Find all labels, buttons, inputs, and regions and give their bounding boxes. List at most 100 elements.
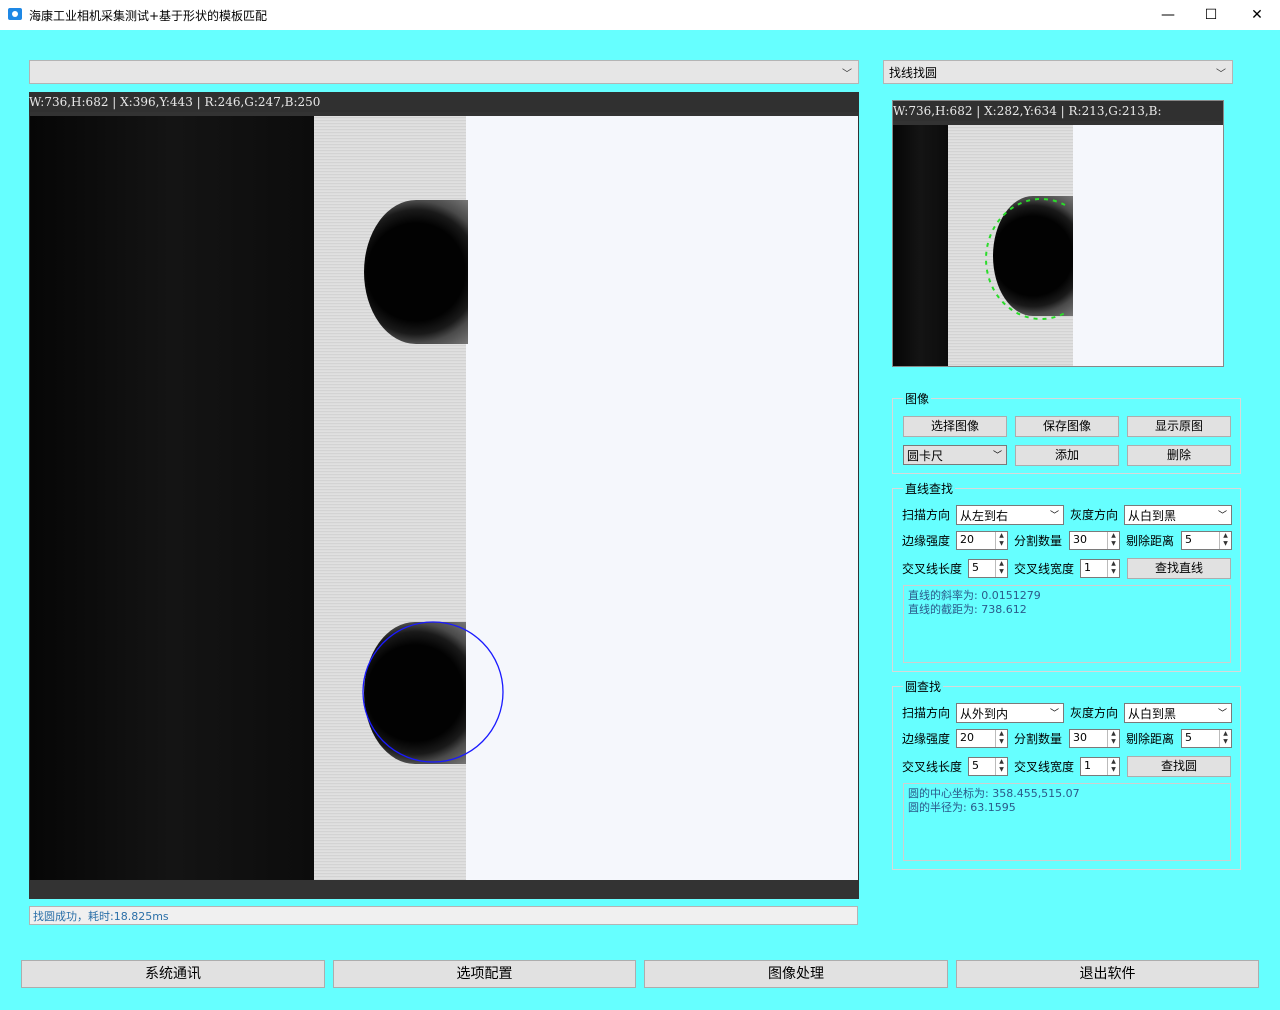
tool-select[interactable]: 圆卡尺 ﹀ (903, 445, 1007, 465)
spin-updown-icon[interactable]: ▲ ▼ (1107, 560, 1119, 577)
status-bar: 找圆成功，耗时:18.825ms (29, 906, 858, 925)
exit-software-button[interactable]: 退出软件 (956, 960, 1259, 988)
line-slope-text: 直线的斜率为: 0.0151279 (908, 589, 1041, 602)
line-cross-width-value: 1 (1084, 561, 1091, 574)
camera-select[interactable]: ﹀ (29, 60, 859, 84)
circle-edge-strength-input[interactable]: 20 ▲ ▼ (956, 729, 1008, 748)
circle-split-count-label: 分割数量 (1014, 732, 1063, 746)
circle-edge-strength-value: 20 (960, 731, 974, 744)
chevron-down-icon: ﹀ (842, 69, 852, 80)
edge-points-arc (985, 198, 1066, 320)
spin-updown-icon[interactable]: ▲ ▼ (1107, 758, 1119, 775)
line-reject-dist-value: 5 (1185, 533, 1192, 546)
spin-updown-icon[interactable]: ▲ ▼ (995, 532, 1007, 549)
line-cross-len-value: 5 (972, 561, 979, 574)
circle-scan-dir-select[interactable]: 从外到内 ﹀ (956, 703, 1064, 723)
select-image-button[interactable]: 选择图像 (903, 416, 1007, 437)
camera-app-icon (8, 8, 22, 20)
chevron-down-icon: ﹀ (1217, 709, 1227, 719)
minimize-button[interactable]: — (1145, 0, 1191, 30)
spin-updown-icon[interactable]: ▲ ▼ (1219, 532, 1231, 549)
circle-group-title: 圆查找 (903, 678, 944, 695)
circle-scan-dir-value: 从外到内 (960, 707, 1009, 721)
add-button[interactable]: 添加 (1015, 445, 1119, 466)
circle-edge-strength-label: 边缘强度 (902, 732, 951, 746)
circle-cross-len-input[interactable]: 5 ▲ ▼ (968, 757, 1008, 776)
circle-center-text: 圆的中心坐标为: 358.455,515.07 (908, 787, 1080, 800)
mode-select[interactable]: 找线找圆 ﹀ (883, 60, 1233, 84)
line-split-count-input[interactable]: 30 ▲ ▼ (1069, 531, 1120, 550)
chevron-down-icon: ﹀ (1217, 511, 1227, 521)
spin-updown-icon[interactable]: ▲ ▼ (995, 730, 1007, 747)
line-scan-dir-label: 扫描方向 (902, 508, 951, 522)
line-reject-dist-label: 剔除距离 (1126, 534, 1175, 548)
circle-split-count-input[interactable]: 30 ▲ ▼ (1069, 729, 1120, 748)
circle-scan-dir-label: 扫描方向 (902, 706, 951, 720)
delete-button[interactable]: 删除 (1127, 445, 1231, 466)
spin-updown-icon[interactable]: ▲ ▼ (1107, 532, 1119, 549)
line-cross-len-input[interactable]: 5 ▲ ▼ (968, 559, 1008, 578)
line-reject-dist-input[interactable]: 5 ▲ ▼ (1181, 531, 1232, 550)
line-cross-width-input[interactable]: 1 ▲ ▼ (1080, 559, 1120, 578)
window-title: 海康工业相机采集测试+基于形状的模板匹配 (29, 9, 268, 23)
circle-gray-dir-label: 灰度方向 (1070, 706, 1119, 720)
find-line-button[interactable]: 查找直线 (1127, 558, 1231, 579)
line-gray-dir-label: 灰度方向 (1070, 508, 1119, 522)
circle-reject-dist-label: 剔除距离 (1126, 732, 1175, 746)
line-scan-dir-value: 从左到右 (960, 509, 1009, 523)
tool-select-value: 圆卡尺 (907, 449, 944, 463)
line-cross-len-label: 交叉线长度 (902, 562, 963, 576)
options-config-button[interactable]: 选项配置 (333, 960, 636, 988)
image-group-title: 图像 (903, 390, 932, 407)
line-group-title: 直线查找 (903, 480, 956, 497)
circle-gray-dir-select[interactable]: 从白到黑 ﹀ (1124, 703, 1232, 723)
circle-radius-text: 圆的半径为: 63.1595 (908, 801, 1016, 814)
image-processing-button[interactable]: 图像处理 (644, 960, 948, 988)
mode-select-value: 找线找圆 (889, 66, 938, 80)
maximize-button[interactable]: ☐ (1188, 0, 1234, 30)
line-edge-strength-label: 边缘强度 (902, 534, 951, 548)
system-comm-button[interactable]: 系统通讯 (21, 960, 325, 988)
title-bar: 海康工业相机采集测试+基于形状的模板匹配 — ☐ ✕ (0, 0, 1280, 30)
line-intercept-text: 直线的截距为: 738.612 (908, 603, 1027, 616)
chevron-down-icon: ﹀ (992, 451, 1002, 461)
line-gray-dir-select[interactable]: 从白到黑 ﹀ (1124, 505, 1232, 525)
show-original-button[interactable]: 显示原图 (1127, 416, 1231, 437)
line-cross-width-label: 交叉线宽度 (1014, 562, 1075, 576)
spin-updown-icon[interactable]: ▲ ▼ (995, 560, 1007, 577)
circle-gray-dir-value: 从白到黑 (1128, 707, 1177, 721)
line-edge-strength-input[interactable]: 20 ▲ ▼ (956, 531, 1008, 550)
line-edge-strength-value: 20 (960, 533, 974, 546)
main-image-viewer[interactable]: W:736,H:682 | X:396,Y:443 | R:246,G:247,… (29, 92, 859, 899)
save-image-button[interactable]: 保存图像 (1015, 416, 1119, 437)
edge-points-overlay (985, 198, 1066, 320)
circle-cross-len-value: 5 (972, 759, 979, 772)
circle-cross-len-label: 交叉线长度 (902, 760, 963, 774)
chevron-down-icon: ﹀ (1049, 511, 1059, 521)
circle-cross-width-label: 交叉线宽度 (1014, 760, 1075, 774)
circle-overlay (362, 621, 504, 763)
circle-reject-dist-input[interactable]: 5 ▲ ▼ (1181, 729, 1232, 748)
circle-search-group: 圆查找 扫描方向 从外到内 ﹀ 灰度方向 从白到黑 ﹀ 边缘强度 20 ▲ ▼ 分… (892, 678, 1241, 870)
close-button[interactable]: ✕ (1234, 0, 1280, 30)
circle-cross-width-value: 1 (1084, 759, 1091, 772)
image-group: 图像 选择图像 保存图像 显示原图 圆卡尺 ﹀ 添加 删除 (892, 390, 1241, 474)
find-circle-button[interactable]: 查找圆 (1127, 756, 1231, 777)
line-scan-dir-select[interactable]: 从左到右 ﹀ (956, 505, 1064, 525)
line-result-box: 直线的斜率为: 0.0151279 直线的截距为: 738.612 (903, 585, 1231, 663)
circle-cross-width-input[interactable]: 1 ▲ ▼ (1080, 757, 1120, 776)
found-circle (362, 621, 504, 763)
preview-image-viewer[interactable]: W:736,H:682 | X:282,Y:634 | R:213,G:213,… (892, 100, 1224, 367)
spin-updown-icon[interactable]: ▲ ▼ (995, 758, 1007, 775)
circle-split-count-value: 30 (1073, 731, 1087, 744)
chevron-down-icon: ﹀ (1049, 709, 1059, 719)
chevron-down-icon: ﹀ (1216, 69, 1226, 80)
spin-updown-icon[interactable]: ▲ ▼ (1107, 730, 1119, 747)
line-search-group: 直线查找 扫描方向 从左到右 ﹀ 灰度方向 从白到黑 ﹀ 边缘强度 20 ▲ ▼ … (892, 480, 1241, 672)
circle-result-box: 圆的中心坐标为: 358.455,515.07 圆的半径为: 63.1595 (903, 783, 1231, 861)
line-gray-dir-value: 从白到黑 (1128, 509, 1177, 523)
line-split-count-value: 30 (1073, 533, 1087, 546)
spin-updown-icon[interactable]: ▲ ▼ (1219, 730, 1231, 747)
line-split-count-label: 分割数量 (1014, 534, 1063, 548)
circle-reject-dist-value: 5 (1185, 731, 1192, 744)
